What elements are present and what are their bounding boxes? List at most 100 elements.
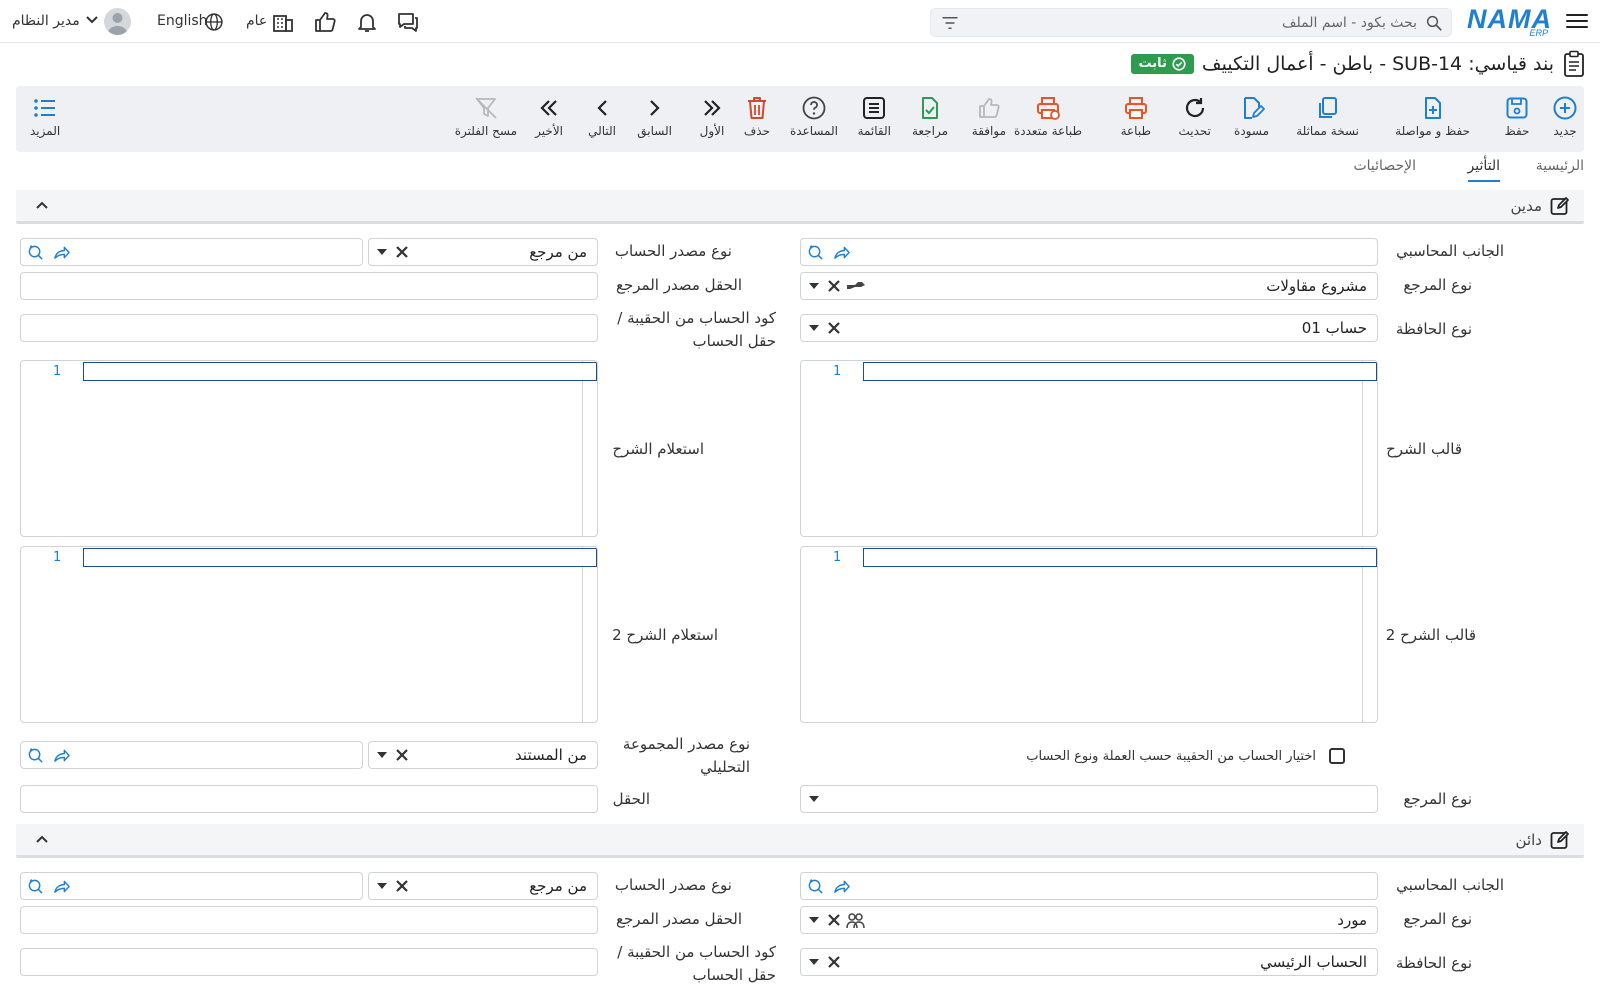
dropdown-caret-icon[interactable] — [377, 752, 387, 758]
search-plus-icon[interactable] — [807, 878, 824, 895]
share-arrow-icon[interactable] — [833, 878, 850, 895]
save-button[interactable]: حفظ — [1504, 86, 1530, 152]
share-arrow-icon[interactable] — [53, 747, 70, 764]
tab-main[interactable]: الرئيسية — [1536, 158, 1584, 180]
editor-line[interactable] — [863, 548, 1377, 567]
dropdown-caret-icon[interactable] — [809, 796, 819, 802]
chevron-up-icon[interactable] — [34, 198, 50, 212]
dropdown-caret-icon[interactable] — [377, 249, 387, 255]
file-plus-icon — [1424, 97, 1441, 119]
desc-template2-editor[interactable]: 1 — [800, 546, 1378, 723]
review-button[interactable]: مراجعة — [912, 86, 948, 152]
clear-icon[interactable] — [828, 280, 840, 292]
thumbs-up-icon[interactable] — [313, 10, 337, 34]
last-button[interactable]: الأخير — [535, 86, 563, 152]
credit-account-code-input[interactable] — [20, 948, 598, 976]
credit-ref-source-field-input[interactable] — [20, 906, 598, 934]
branch-label[interactable]: عام — [246, 13, 267, 29]
accounting-side-label: الجانب المحاسبي — [1396, 242, 1504, 260]
clear-icon[interactable] — [396, 749, 408, 761]
list-button[interactable]: القائمة — [858, 86, 891, 152]
account-source-type-field[interactable]: من مرجع — [368, 238, 598, 266]
credit-wallet-type-field[interactable]: الحساب الرئيسي — [800, 948, 1378, 976]
chevron-up-icon[interactable] — [34, 832, 50, 846]
draft-button[interactable]: مسودة — [1234, 86, 1269, 152]
dropdown-caret-icon[interactable] — [809, 325, 819, 331]
account-code-input[interactable] — [20, 314, 598, 342]
share-arrow-icon[interactable] — [833, 244, 850, 261]
search-input[interactable] — [997, 13, 1417, 33]
credit-ref-type-field[interactable]: مورد — [800, 906, 1378, 934]
new-button[interactable]: جديد — [1552, 86, 1578, 152]
debit-section-title: مدين — [1510, 197, 1542, 215]
clear-icon[interactable] — [396, 246, 408, 258]
search-plus-icon[interactable] — [27, 244, 44, 261]
account-source-lookup-field[interactable] — [20, 238, 363, 266]
credit-ref-type-value: مورد — [1337, 911, 1367, 929]
editor-line[interactable] — [83, 362, 597, 381]
editor-line[interactable] — [83, 548, 597, 567]
help-button[interactable]: المساعدة — [790, 86, 838, 152]
next-button[interactable]: التالي — [588, 86, 616, 152]
search-plus-icon[interactable] — [27, 878, 44, 895]
debit-section-header[interactable]: مدين — [16, 190, 1584, 224]
credit-account-source-lookup-field[interactable] — [20, 872, 363, 900]
user-avatar[interactable] — [104, 8, 131, 35]
tab-effect[interactable]: التأثير — [1467, 158, 1500, 182]
filter-icon[interactable] — [941, 15, 959, 31]
desc-template-editor[interactable]: 1 — [800, 360, 1378, 537]
search-plus-icon[interactable] — [807, 244, 824, 261]
wallet-type-field[interactable]: حساب 01 — [800, 314, 1378, 342]
language-switch[interactable]: English — [157, 13, 208, 29]
share-arrow-icon[interactable] — [53, 878, 70, 895]
bell-icon[interactable] — [355, 10, 379, 34]
desc-query2-editor[interactable]: 1 — [20, 546, 598, 723]
print-button[interactable]: طباعة — [1121, 86, 1151, 152]
dropdown-caret-icon[interactable] — [809, 917, 819, 923]
field-input[interactable] — [20, 785, 598, 813]
chat-icon[interactable] — [396, 10, 420, 34]
dropdown-caret-icon[interactable] — [377, 883, 387, 889]
analytic-source-field[interactable]: من المستند — [368, 741, 598, 769]
duplicate-button[interactable]: نسخة مماثلة — [1296, 86, 1359, 152]
credit-section-header[interactable]: دائن — [16, 824, 1584, 858]
save-continue-button[interactable]: حفظ و مواصلة — [1395, 86, 1470, 152]
search-plus-icon[interactable] — [27, 747, 44, 764]
ref-type2-field[interactable] — [800, 785, 1378, 813]
user-menu[interactable]: مدير النظام — [12, 13, 98, 29]
accounting-side-field[interactable] — [800, 238, 1378, 266]
clear-icon[interactable] — [396, 880, 408, 892]
approve-button[interactable]: موافقة — [972, 86, 1006, 152]
dropdown-caret-icon[interactable] — [809, 959, 819, 965]
multi-print-button[interactable]: طباعة متعددة — [1014, 86, 1082, 152]
bag-checkbox[interactable] — [1329, 748, 1345, 764]
refresh-button[interactable]: تحديث — [1178, 86, 1211, 152]
first-button[interactable]: الأول — [699, 86, 725, 152]
credit-ref-type-label: نوع المرجع — [1403, 910, 1472, 928]
editor-line[interactable] — [863, 362, 1377, 381]
clear-icon[interactable] — [828, 956, 840, 968]
clear-icon[interactable] — [828, 322, 840, 334]
dropdown-caret-icon[interactable] — [809, 283, 819, 289]
status-badge-label: ثابت — [1138, 56, 1167, 71]
clear-filter-button[interactable]: مسح الفلترة — [455, 86, 517, 152]
action-toolbar: جديد حفظ حفظ و مواصلة نسخة مماثلة مسودة … — [16, 86, 1584, 152]
credit-accounting-side-field[interactable] — [800, 872, 1378, 900]
tab-statistics[interactable]: الإحصائيات — [1353, 158, 1416, 180]
ref-source-field-input[interactable] — [20, 272, 598, 300]
delete-button[interactable]: حذف — [744, 86, 770, 152]
global-search[interactable] — [930, 8, 1452, 37]
more-button[interactable]: المزيد — [30, 86, 60, 152]
ref-type-field[interactable]: مشروع مقاولات — [800, 272, 1378, 300]
share-arrow-icon[interactable] — [53, 244, 70, 261]
clear-icon[interactable] — [828, 914, 840, 926]
building-icon[interactable] — [271, 10, 295, 34]
list-icon — [863, 97, 886, 119]
thumbs-up-icon — [979, 98, 1000, 118]
credit-account-source-type-field[interactable]: من مرجع — [368, 872, 598, 900]
hamburger-menu-icon[interactable] — [1564, 10, 1590, 34]
analytic-lookup-field[interactable] — [20, 741, 363, 769]
previous-button[interactable]: السابق — [637, 86, 672, 152]
nama-erp-logo[interactable]: NAMA ERP — [1467, 4, 1552, 38]
desc-query-editor[interactable]: 1 — [20, 360, 598, 537]
